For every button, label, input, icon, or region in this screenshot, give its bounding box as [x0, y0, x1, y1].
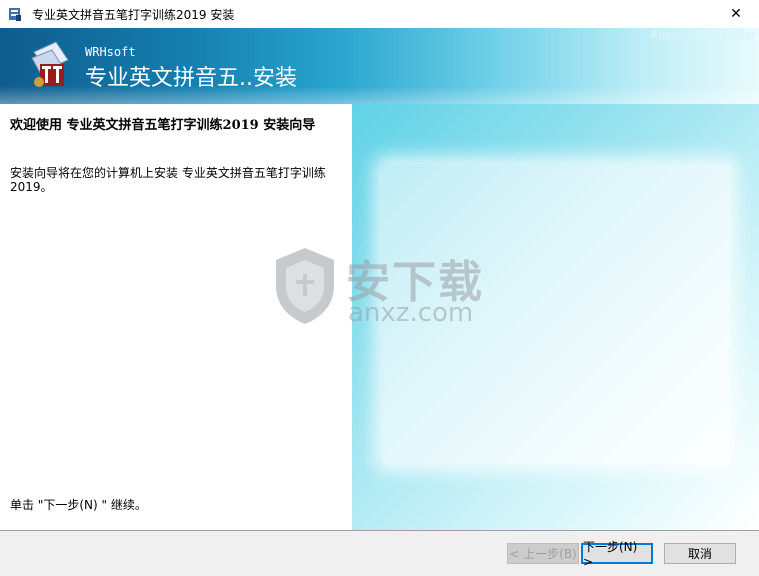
header-banner: WRHsoft 专业英文拼音五..安装 Advanced Installer — [0, 28, 759, 104]
cancel-button[interactable]: 取消 — [664, 543, 736, 564]
welcome-title: 欢迎使用 专业英文拼音五笔打字训练2019 安装向导 — [10, 118, 316, 133]
close-icon: ✕ — [730, 6, 742, 22]
next-button[interactable]: 下一步(N) > — [581, 540, 653, 569]
watermark: 安下载 anxz.com — [270, 246, 490, 328]
title-bar[interactable]: 专业英文拼音五笔打字训练2019 安装 ✕ — [0, 0, 759, 28]
banner-title: 专业英文拼音五..安装 — [85, 66, 297, 91]
close-button[interactable]: ✕ — [713, 0, 759, 28]
button-bar: < 上一步(B) 下一步(N) > 取消 — [0, 531, 759, 576]
window-title: 专业英文拼音五笔打字训练2019 安装 — [32, 7, 235, 22]
shield-icon — [270, 246, 340, 326]
installer-window: 专业英文拼音五笔打字训练2019 安装 ✕ WRHsoft 专业英文拼音五..安… — [0, 0, 759, 576]
continue-hint: 单击 "下一步(N) " 继续。 — [10, 498, 147, 512]
product-logo-icon — [26, 38, 78, 90]
installer-icon — [6, 5, 24, 23]
watermark-url: anxz.com — [348, 298, 474, 328]
welcome-description: 安装向导将在您的计算机上安装 专业英文拼音五笔打字训练2019。 — [10, 166, 326, 194]
installer-brand: Advanced Installer — [649, 28, 756, 42]
company-name: WRHsoft — [85, 45, 136, 59]
back-button[interactable]: < 上一步(B) — [507, 543, 579, 564]
